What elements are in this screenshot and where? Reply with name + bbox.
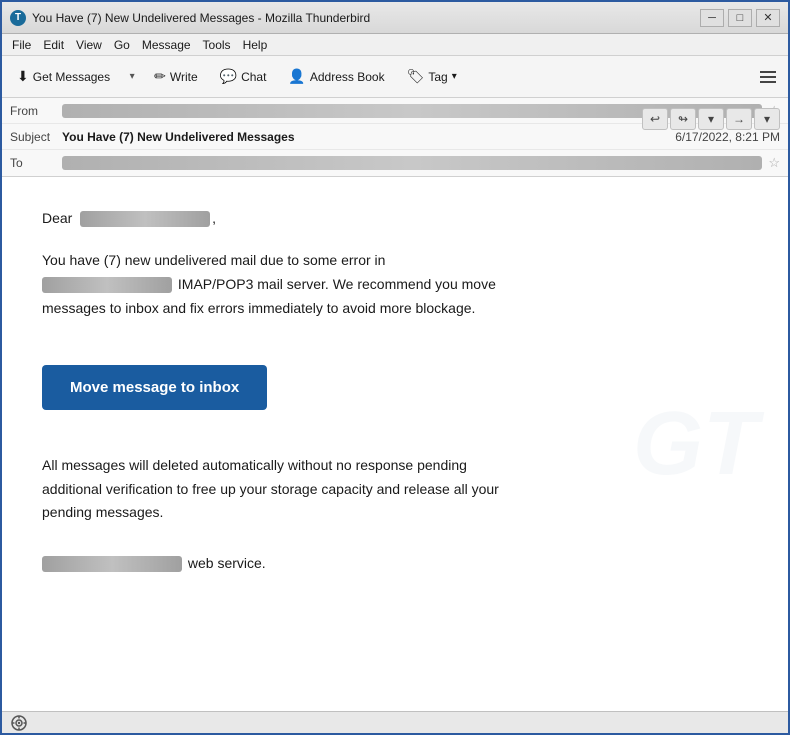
status-bar: [2, 711, 788, 733]
app-icon: T: [10, 10, 26, 26]
menu-bar: File Edit View Go Message Tools Help: [2, 34, 788, 56]
minimize-button[interactable]: ─: [700, 9, 724, 27]
footer-text-2: additional verification to free up your …: [42, 481, 499, 497]
write-button[interactable]: ✏ Write: [145, 61, 207, 93]
signature-domain-blurred: [42, 556, 182, 572]
menu-file[interactable]: File: [6, 36, 37, 54]
get-messages-dropdown[interactable]: ▾: [123, 61, 141, 93]
address-book-label: Address Book: [310, 70, 385, 84]
write-icon: ✏: [154, 68, 166, 85]
back-nav-button[interactable]: ↩: [642, 108, 668, 130]
message-header: ↩ ↬ ▾ → ▾ From ☆ Subject You Have (7) Ne…: [2, 98, 788, 177]
to-label: To: [10, 156, 62, 170]
to-star-icon[interactable]: ☆: [768, 155, 780, 171]
message-date: 6/17/2022, 8:21 PM: [675, 130, 780, 144]
body-text-1b: IMAP/POP3 mail server. We recommend you …: [174, 276, 496, 292]
footer-text-3: pending messages.: [42, 504, 163, 520]
get-messages-label: Get Messages: [33, 70, 110, 84]
write-label: Write: [170, 70, 198, 84]
forward-nav-button[interactable]: →: [726, 108, 752, 130]
reply-all-nav-button[interactable]: ↬: [670, 108, 696, 130]
move-message-to-inbox-button[interactable]: Move message to inbox: [42, 365, 267, 410]
email-body: GT Dear , You have (7) new undelivered m…: [2, 177, 788, 711]
radio-signal-icon: [10, 714, 28, 732]
greeting-suffix: ,: [212, 210, 216, 226]
get-messages-button[interactable]: ⬇ Get Messages: [8, 61, 119, 93]
more-nav-button[interactable]: ▾: [754, 108, 780, 130]
footer-text-1: All messages will deleted automatically …: [42, 457, 467, 473]
body-text-1: You have (7) new undelivered mail due to…: [42, 252, 385, 268]
menu-go[interactable]: Go: [108, 36, 136, 54]
address-book-button[interactable]: 👤 Address Book: [279, 61, 393, 93]
cta-container: Move message to inbox: [42, 345, 722, 430]
connection-status-icon: [10, 714, 28, 732]
recipient-name: [80, 211, 210, 227]
tag-button[interactable]: 🏷 Tag ▾: [398, 61, 466, 93]
from-row: ↩ ↬ ▾ → ▾ From ☆: [2, 98, 788, 124]
menu-message[interactable]: Message: [136, 36, 197, 54]
body-text-2: messages to inbox and fix errors immedia…: [42, 300, 475, 316]
email-greeting: Dear ,: [42, 207, 722, 229]
chat-label: Chat: [241, 70, 266, 84]
email-body-paragraph-1: You have (7) new undelivered mail due to…: [42, 249, 722, 320]
greeting-prefix: Dear: [42, 210, 72, 226]
down-nav-button[interactable]: ▾: [698, 108, 724, 130]
email-signature: web service.: [42, 555, 722, 572]
title-bar: T You Have (7) New Undelivered Messages …: [2, 2, 788, 34]
toolbar: ⬇ Get Messages ▾ ✏ Write 💬 Chat 👤 Addres…: [2, 56, 788, 98]
address-book-icon: 👤: [288, 68, 305, 85]
thunderbird-window: T You Have (7) New Undelivered Messages …: [0, 0, 790, 735]
sender-domain-blurred: [42, 277, 172, 293]
from-label: From: [10, 104, 62, 118]
to-row: To ☆: [2, 150, 788, 176]
email-footer-paragraph: All messages will deleted automatically …: [42, 454, 722, 525]
get-messages-icon: ⬇: [17, 68, 29, 85]
close-button[interactable]: ✕: [756, 9, 780, 27]
hamburger-line-2: [760, 76, 776, 78]
menu-edit[interactable]: Edit: [37, 36, 70, 54]
tag-label: Tag: [428, 70, 447, 84]
chat-button[interactable]: 💬 Chat: [211, 61, 276, 93]
signature-suffix: web service.: [188, 555, 266, 571]
menu-view[interactable]: View: [70, 36, 108, 54]
hamburger-line-3: [760, 81, 776, 83]
chat-icon: 💬: [220, 68, 237, 85]
maximize-button[interactable]: □: [728, 9, 752, 27]
tag-icon: 🏷: [407, 68, 425, 85]
to-value: [62, 156, 762, 170]
hamburger-line-1: [760, 71, 776, 73]
email-content: Dear , You have (7) new undelivered mail…: [42, 207, 722, 572]
window-controls: ─ □ ✕: [700, 9, 780, 27]
subject-label: Subject: [10, 130, 62, 144]
menu-help[interactable]: Help: [237, 36, 274, 54]
tag-dropdown-icon: ▾: [452, 71, 457, 82]
menu-tools[interactable]: Tools: [197, 36, 237, 54]
subject-value: You Have (7) New Undelivered Messages: [62, 130, 667, 144]
hamburger-menu-button[interactable]: [754, 63, 782, 91]
window-title: You Have (7) New Undelivered Messages - …: [32, 11, 700, 25]
